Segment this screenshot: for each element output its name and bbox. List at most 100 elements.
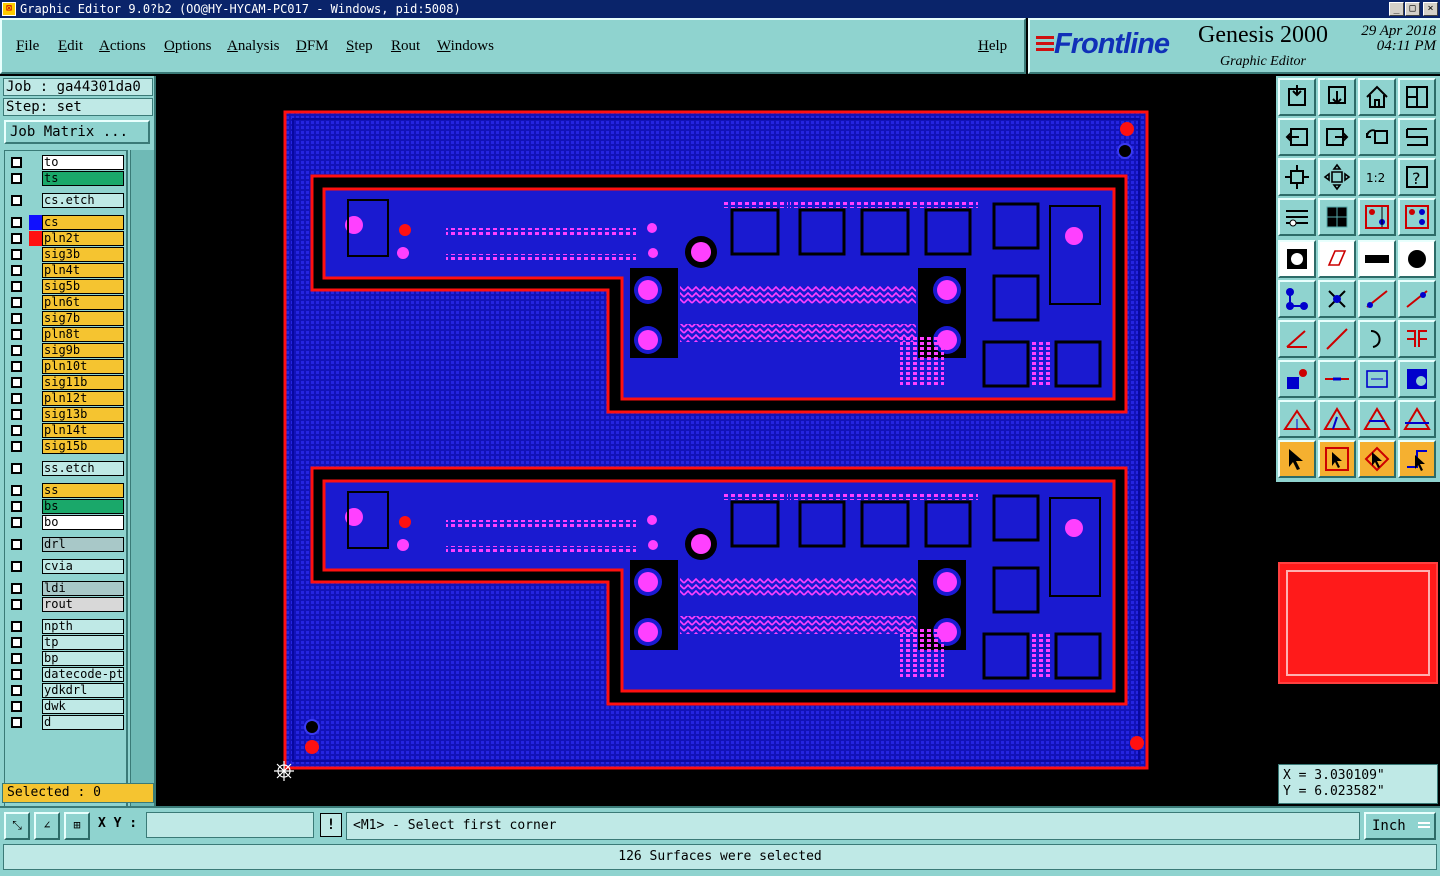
layer-row-rout[interactable]: rout [7, 597, 127, 612]
layer-row-sig11b[interactable]: sig11b [7, 375, 127, 390]
layer-display-checkbox[interactable] [11, 501, 22, 512]
dimension-icon[interactable] [1358, 360, 1396, 398]
layer-name[interactable]: pln14t [42, 423, 124, 438]
menu-edit[interactable]: Edit [58, 38, 83, 55]
layer-name[interactable]: pln8t [42, 327, 124, 342]
layer-name[interactable]: pln6t [42, 295, 124, 310]
layer-name[interactable]: pln10t [42, 359, 124, 374]
zoom-home-icon[interactable] [1278, 78, 1316, 116]
undo-view-icon[interactable] [1358, 118, 1396, 156]
layer-name[interactable]: ts [42, 171, 124, 186]
layer-name[interactable]: ss [42, 483, 124, 498]
layer-display-checkbox[interactable] [11, 653, 22, 664]
layer-row-pln12t[interactable]: pln12t [7, 391, 127, 406]
overview-map[interactable] [1278, 562, 1438, 684]
zoom-center-icon[interactable] [1318, 158, 1356, 196]
layer-name[interactable]: dwk [42, 699, 124, 714]
layer-row-pln6t[interactable]: pln6t [7, 295, 127, 310]
menu-actions[interactable]: Actions [99, 38, 146, 55]
grid-mode-icon[interactable]: ⊞ [64, 812, 90, 840]
layer-name[interactable]: pln4t [42, 263, 124, 278]
layer-row-to[interactable]: to [7, 155, 127, 170]
pan-right-icon[interactable] [1318, 118, 1356, 156]
layer-display-checkbox[interactable] [11, 463, 22, 474]
layer-list-scrollbar[interactable] [130, 150, 154, 808]
layer-display-checkbox[interactable] [11, 313, 22, 324]
menu-step[interactable]: Step [346, 38, 373, 55]
zoom-one-to-two-icon[interactable]: 1:2 [1358, 158, 1396, 196]
layer-name[interactable]: datecode-pt [42, 667, 124, 682]
layer-name[interactable]: npth [42, 619, 124, 634]
layer-row-cs-etch[interactable]: cs.etch [7, 193, 127, 208]
layer-display-checkbox[interactable] [11, 297, 22, 308]
layer-name[interactable]: cs [42, 215, 124, 230]
pad-tool-icon[interactable] [1278, 240, 1316, 278]
layer-row-pln4t[interactable]: pln4t [7, 263, 127, 278]
select-arrow-icon[interactable] [1278, 440, 1316, 478]
layer-display-checkbox[interactable] [11, 441, 22, 452]
pad-select-icon[interactable] [1278, 360, 1316, 398]
layer-name[interactable]: sig7b [42, 311, 124, 326]
layer-display-checkbox[interactable] [11, 669, 22, 680]
select-net-icon[interactable] [1398, 440, 1436, 478]
layer-name[interactable]: sig11b [42, 375, 124, 390]
ruler-icon[interactable] [1358, 240, 1396, 278]
split-view-icon[interactable] [1398, 78, 1436, 116]
layer-name[interactable]: d [42, 715, 124, 730]
pan-left-icon[interactable] [1278, 118, 1316, 156]
shape-tool-icon[interactable] [1318, 240, 1356, 278]
layer-display-checkbox[interactable] [11, 517, 22, 528]
measure-tool-icon[interactable] [1278, 198, 1316, 236]
menu-dfm[interactable]: DFM [296, 38, 329, 55]
layer-display-checkbox[interactable] [11, 701, 22, 712]
layer-display-checkbox[interactable] [11, 233, 22, 244]
angle-tool-icon[interactable] [1278, 320, 1316, 358]
layer-row-d[interactable]: d [7, 715, 127, 730]
layer-row-tp[interactable]: tp [7, 635, 127, 650]
layer-display-checkbox[interactable] [11, 217, 22, 228]
job-matrix-button[interactable]: Job Matrix ... [4, 120, 150, 144]
angle-mode-icon[interactable]: ∠ [34, 812, 60, 840]
layer-row-sig13b[interactable]: sig13b [7, 407, 127, 422]
layer-row-sig5b[interactable]: sig5b [7, 279, 127, 294]
layer-name[interactable]: sig13b [42, 407, 124, 422]
maximize-button[interactable]: □ [1405, 2, 1420, 16]
layer-display-checkbox[interactable] [11, 599, 22, 610]
layer-row-sig15b[interactable]: sig15b [7, 439, 127, 454]
layer-row-ss[interactable]: ss [7, 483, 127, 498]
layer-display-checkbox[interactable] [11, 361, 22, 372]
layer-display-checkbox[interactable] [11, 485, 22, 496]
menu-options[interactable]: Options [164, 38, 212, 55]
layer-row-ss-etch[interactable]: ss.etch [7, 461, 127, 476]
layer-row-pln8t[interactable]: pln8t [7, 327, 127, 342]
triangle-fill-icon[interactable] [1358, 400, 1396, 438]
layer-row-bo[interactable]: bo [7, 515, 127, 530]
layer-name[interactable]: sig9b [42, 343, 124, 358]
select-box-icon[interactable] [1318, 440, 1356, 478]
slope-tool-icon[interactable] [1318, 320, 1356, 358]
layer-name[interactable]: tp [42, 635, 124, 650]
horizontal-line-icon[interactable] [1318, 360, 1356, 398]
layer-name[interactable]: sig15b [42, 439, 124, 454]
layer-row-bs[interactable]: bs [7, 499, 127, 514]
menu-windows[interactable]: Windows [437, 38, 494, 55]
layer-row-ts[interactable]: ts [7, 171, 127, 186]
layer-display-checkbox[interactable] [11, 717, 22, 728]
xy-input[interactable] [146, 812, 314, 838]
layer-row-bp[interactable]: bp [7, 651, 127, 666]
layer-row-cvia[interactable]: cvia [7, 559, 127, 574]
layer-name[interactable]: bp [42, 651, 124, 666]
overview-viewport[interactable] [1286, 570, 1430, 676]
layer-display-checkbox[interactable] [11, 539, 22, 550]
layer-name[interactable]: ydkdrl [42, 683, 124, 698]
pcb-view[interactable] [156, 76, 1276, 806]
layer-display-checkbox[interactable] [11, 425, 22, 436]
layer-row-sig9b[interactable]: sig9b [7, 343, 127, 358]
split-tool-icon[interactable] [1398, 320, 1436, 358]
layer-row-ydkdrl[interactable]: ydkdrl [7, 683, 127, 698]
redo-view-icon[interactable] [1398, 118, 1436, 156]
delete-connect-icon[interactable] [1318, 280, 1356, 318]
pan-down-icon[interactable] [1318, 78, 1356, 116]
layer-row-npth[interactable]: npth [7, 619, 127, 634]
execute-button[interactable]: ! [320, 813, 342, 837]
